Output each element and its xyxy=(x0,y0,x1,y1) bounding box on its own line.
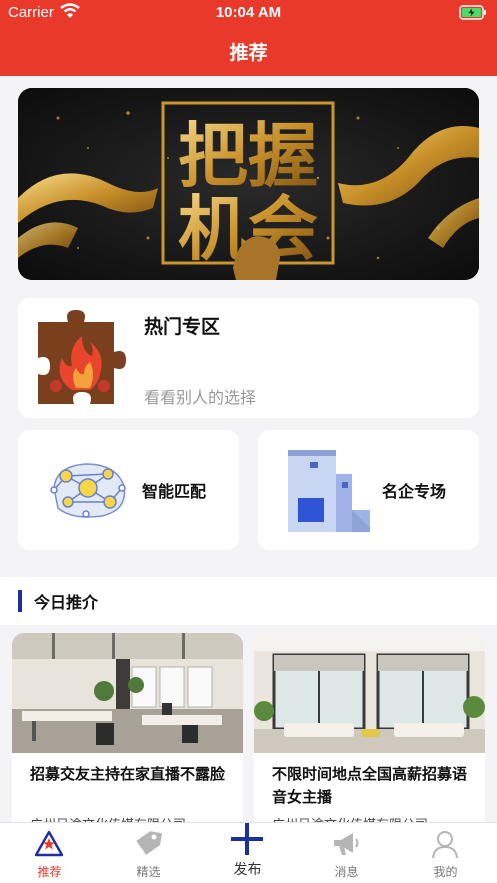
puzzle-fire-icon xyxy=(38,310,126,404)
hot-zone-title: 热门专区 xyxy=(144,316,221,338)
tab-recommend[interactable]: 推荐 xyxy=(0,823,99,883)
tab-mine[interactable]: 我的 xyxy=(396,823,495,883)
job-company: 广州呈途文化传媒有限公司 xyxy=(30,814,186,822)
main-content[interactable]: 把握 机会 热门专区 看看别人的选择 智能匹配 名企专场 今日推介 招募交友主持… xyxy=(0,76,497,822)
today-recommend-header: 今日推介 xyxy=(0,577,497,625)
tab-recommend-label: 推荐 xyxy=(37,865,62,879)
today-recommend-title: 今日推介 xyxy=(34,593,99,612)
smart-match-label: 智能匹配 xyxy=(142,482,207,501)
status-time: 10:04 AM xyxy=(215,4,282,21)
job-title: 不限时间地点全国高薪招募语音女主播 xyxy=(272,765,468,806)
tab-mine-label: 我的 xyxy=(433,865,458,879)
user-icon xyxy=(432,831,458,859)
page-title: 推荐 xyxy=(229,42,268,64)
nav-bar: 推荐 xyxy=(0,26,497,76)
promo-banner[interactable]: 把握 机会 xyxy=(18,88,479,280)
bottom-tab-bar: 推荐 精选 发布 消息 我的 xyxy=(0,822,497,883)
hot-zone-card[interactable]: 热门专区 看看别人的选择 xyxy=(18,298,479,418)
job-card[interactable]: 招募交友主持在家直播不露脸 广州呈途文化传媒有限公司 xyxy=(12,633,243,822)
status-bar: Carrier 10:04 AM xyxy=(0,0,497,26)
banner-text-line1: 把握 xyxy=(178,114,318,197)
tab-publish[interactable]: 发布 xyxy=(198,823,297,883)
job-card[interactable]: 不限时间地点全国高薪招募语音女主播 广州呈途文化传媒有限公司 xyxy=(254,633,485,822)
tab-messages-label: 消息 xyxy=(334,865,359,879)
tab-messages[interactable]: 消息 xyxy=(297,823,396,883)
job-title: 招募交友主持在家直播不露脸 xyxy=(30,765,226,783)
tab-publish-label: 发布 xyxy=(233,862,262,878)
lobby-photo xyxy=(254,633,485,753)
battery-icon xyxy=(459,5,486,20)
recommend-icon xyxy=(34,830,64,857)
megaphone-icon xyxy=(334,833,359,855)
tab-featured[interactable]: 精选 xyxy=(99,823,198,883)
plus-icon xyxy=(231,823,263,855)
top-company-card[interactable]: 名企专场 xyxy=(258,430,479,550)
section-accent-bar xyxy=(18,590,22,612)
tag-icon xyxy=(136,831,163,855)
building-icon xyxy=(288,450,370,532)
top-company-label: 名企专场 xyxy=(382,482,447,501)
smart-match-card[interactable]: 智能匹配 xyxy=(18,430,239,550)
tab-featured-label: 精选 xyxy=(136,865,161,879)
banner-art: 把握 机会 xyxy=(18,88,479,280)
office-photo xyxy=(12,633,243,753)
hot-zone-subtitle: 看看别人的选择 xyxy=(144,388,257,407)
job-company: 广州呈途文化传媒有限公司 xyxy=(272,814,428,822)
network-icon xyxy=(50,463,126,518)
